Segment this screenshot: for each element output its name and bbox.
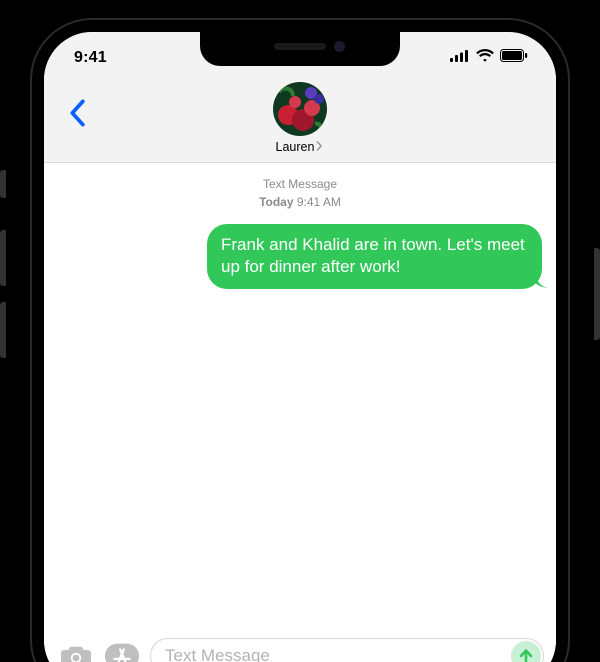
- contact-name-button[interactable]: Lauren: [276, 140, 325, 154]
- thread-time: 9:41 AM: [297, 195, 341, 209]
- compose-bar: [44, 628, 556, 662]
- contact-avatar[interactable]: [273, 82, 327, 136]
- sent-message-bubble[interactable]: Frank and Khalid are in town. Let's meet…: [207, 224, 542, 289]
- status-icons: [450, 49, 528, 67]
- conversation-header: Lauren: [44, 78, 556, 163]
- message-row: Frank and Khalid are in town. Let's meet…: [58, 224, 542, 289]
- camera-button[interactable]: [58, 639, 94, 662]
- message-text: Frank and Khalid are in town. Let's meet…: [221, 235, 525, 276]
- thread-type-label: Text Message: [58, 177, 542, 192]
- app-store-button[interactable]: [104, 639, 140, 662]
- arrow-up-icon: [517, 647, 535, 662]
- iphone-frame: 9:41: [30, 18, 570, 662]
- status-time: 9:41: [74, 49, 107, 67]
- contact-name: Lauren: [276, 140, 315, 154]
- side-button: [594, 248, 600, 340]
- thread-timestamp: Text Message Today 9:41 AM: [58, 177, 542, 212]
- screen: 9:41: [44, 32, 556, 662]
- conversation-scroll[interactable]: Text Message Today 9:41 AM Frank and Kha…: [44, 163, 556, 628]
- app-store-icon: [104, 642, 140, 662]
- battery-icon: [500, 49, 528, 67]
- volume-down-button: [0, 302, 6, 358]
- wifi-icon: [476, 49, 494, 67]
- bubble-tail-icon: [530, 272, 548, 288]
- chevron-right-icon: [314, 140, 324, 154]
- notch: [200, 32, 400, 66]
- cellular-icon: [450, 49, 470, 67]
- volume-up-button: [0, 230, 6, 286]
- silent-switch: [0, 170, 6, 198]
- camera-icon: [60, 643, 92, 662]
- thread-day: Today: [259, 195, 293, 209]
- chevron-left-icon: [68, 99, 86, 127]
- back-button[interactable]: [60, 96, 94, 130]
- message-input[interactable]: [150, 638, 544, 662]
